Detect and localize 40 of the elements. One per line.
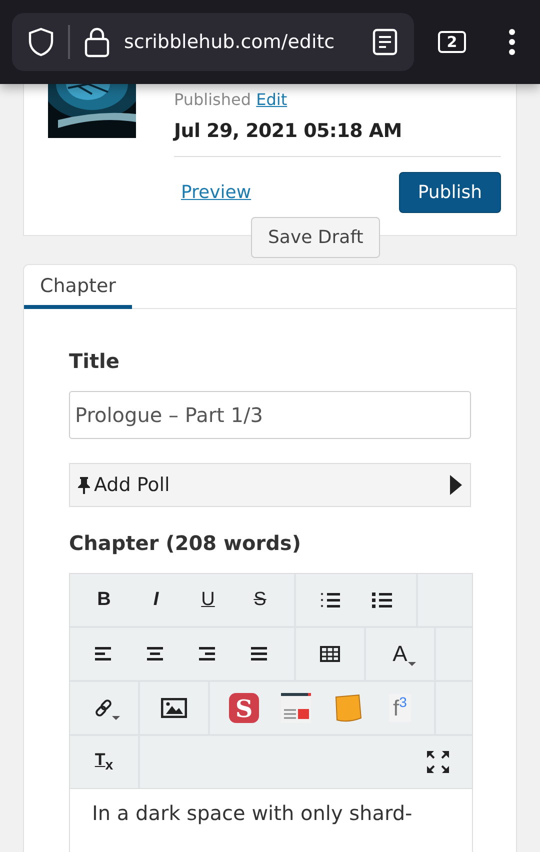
link-icon [95,699,113,717]
publish-date: Jul 29, 2021 05:18 AM [174,120,402,142]
italic-button[interactable]: I [130,574,182,626]
tab-count[interactable]: 2 [438,31,466,53]
add-poll-bar[interactable]: Add Poll [69,463,471,507]
strike-button[interactable]: S [234,574,286,626]
bullet-list-icon [372,592,392,608]
font-button[interactable]: A [374,628,426,680]
chapter-label: Chapter (208 words) [69,531,302,555]
lock-icon [84,26,110,58]
bold-button[interactable]: B [78,574,130,626]
image-icon [161,698,187,718]
preview-link[interactable]: Preview [181,182,252,203]
url-text[interactable]: scribblehub.com/editc [124,31,358,53]
edit-link[interactable]: Edit [256,90,288,109]
shield-icon[interactable] [28,27,54,57]
reader-icon[interactable] [372,28,398,56]
clear-format-button[interactable]: T$_{x}$ [78,736,130,788]
address-bar[interactable]: scribblehub.com/editc [12,13,414,71]
numbered-list-icon [320,592,340,608]
chapter-tab[interactable]: Chapter [24,275,132,309]
fullscreen-icon [427,751,449,773]
save-draft-button[interactable]: Save Draft [251,217,380,258]
title-label: Title [69,349,120,373]
status-label: Published [174,90,252,109]
align-center-icon [147,647,165,661]
justify-icon [251,647,269,661]
underline-button[interactable]: U [182,574,234,626]
pin-icon [78,476,90,494]
plugin-s-button[interactable]: S [218,682,270,734]
title-field[interactable]: Prologue – Part 1/3 [69,391,471,439]
chapter-text: In a dark space with only shard- [92,801,412,825]
align-right-icon [199,647,217,661]
menu-icon[interactable] [508,28,516,56]
formula-button[interactable]: f$^{3}$ [374,682,426,734]
expand-arrow-icon [450,475,462,495]
table-icon [320,646,340,662]
align-left-icon [95,647,113,661]
sticky-note-icon [334,694,362,722]
publish-button[interactable]: Publish [398,172,501,213]
